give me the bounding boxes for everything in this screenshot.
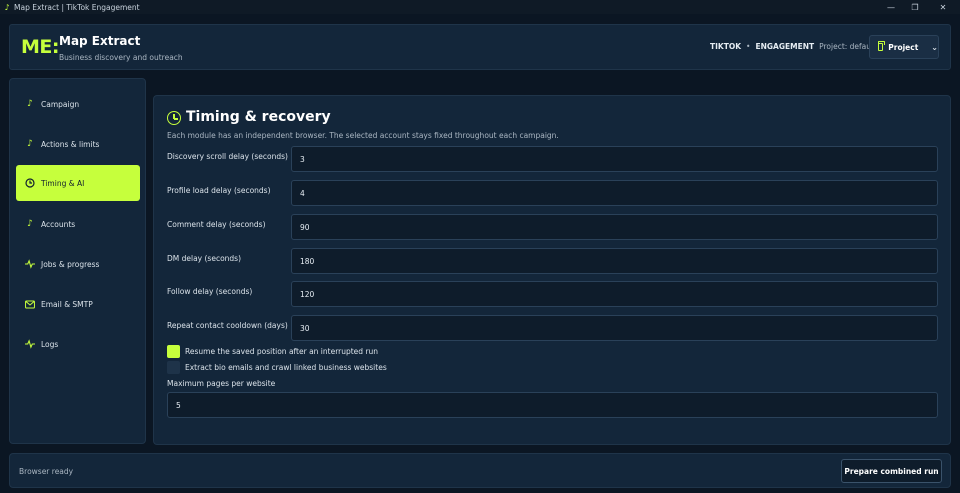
clock-icon: [25, 178, 35, 188]
max-pages-input[interactable]: 5: [167, 392, 938, 418]
minimize-icon: —: [887, 2, 895, 12]
field-label: Comment delay (seconds): [167, 220, 266, 229]
sidebar-item-label: Logs: [41, 339, 59, 349]
status-footer: Browser ready Prepare combined run: [9, 453, 951, 488]
extract-bio-emails-checkbox[interactable]: [167, 361, 180, 374]
resume-position-checkbox[interactable]: [167, 345, 180, 358]
tiktok-icon: ♪: [4, 2, 10, 12]
window-title: Map Extract | TikTok Engagement: [14, 2, 140, 12]
field-label: Profile load delay (seconds): [167, 186, 271, 195]
section-description: Each module has an independent browser. …: [167, 131, 559, 140]
sidebar-item-accounts[interactable]: ♪ Accounts: [16, 206, 140, 242]
clock-icon: [167, 111, 181, 125]
tiktok-icon: ♪: [27, 219, 33, 229]
discovery-scroll-delay-input[interactable]: 3: [291, 146, 938, 172]
dm-delay-input[interactable]: 180: [291, 248, 938, 274]
app-logo: ME:: [21, 36, 59, 58]
sidebar-item-campaign[interactable]: ♪ Campaign: [16, 86, 140, 122]
sidebar-item-logs[interactable]: Logs: [16, 326, 140, 362]
sidebar: ♪ Campaign ♪ Actions & limits Timing & A…: [9, 78, 146, 444]
folder-icon: [878, 41, 886, 51]
sidebar-item-label: Timing & AI: [41, 178, 85, 188]
breadcrumb-separator: •: [746, 42, 751, 51]
restore-button[interactable]: ❐: [900, 0, 930, 14]
project-button-label: Project: [888, 42, 919, 52]
project-button[interactable]: Project ⌄: [869, 35, 939, 59]
sidebar-item-label: Jobs & progress: [41, 259, 100, 269]
comment-delay-input[interactable]: 90: [291, 214, 938, 240]
sidebar-item-actions-limits[interactable]: ♪ Actions & limits: [16, 126, 140, 162]
field-label: DM delay (seconds): [167, 254, 242, 263]
section-title: Timing & recovery: [186, 109, 331, 125]
checkbox-label: Extract bio emails and crawl linked busi…: [185, 363, 387, 372]
sidebar-item-label: Actions & limits: [41, 139, 100, 149]
window-titlebar: ♪ Map Extract | TikTok Engagement — ❐ ✕: [0, 0, 960, 14]
profile-load-delay-input[interactable]: 4: [291, 180, 938, 206]
app-subtitle: Business discovery and outreach: [59, 53, 183, 62]
timing-panel: Timing & recovery Each module has an ind…: [153, 95, 951, 445]
mail-icon: [25, 299, 35, 309]
sidebar-item-email-smtp[interactable]: Email & SMTP: [16, 286, 140, 322]
chevron-down-icon: ⌄: [931, 42, 938, 52]
platform-label: TIKTOK: [710, 42, 742, 51]
close-icon: ✕: [939, 2, 947, 12]
context-breadcrumb: TIKTOK • ENGAGEMENT Project: default: [710, 42, 876, 51]
close-button[interactable]: ✕: [928, 0, 958, 14]
max-pages-label: Maximum pages per website: [167, 379, 276, 388]
sidebar-item-timing-ai[interactable]: Timing & AI: [16, 165, 140, 201]
field-label: Repeat contact cooldown (days): [167, 321, 288, 330]
sidebar-item-label: Accounts: [41, 219, 76, 229]
mode-label: ENGAGEMENT: [755, 42, 815, 51]
status-text: Browser ready: [19, 467, 74, 476]
restore-icon: ❐: [911, 2, 919, 12]
repeat-contact-cooldown-input[interactable]: 30: [291, 315, 938, 341]
app-title: Map Extract: [59, 34, 141, 48]
sidebar-item-label: Email & SMTP: [41, 299, 93, 309]
tiktok-icon: ♪: [27, 139, 33, 149]
pulse-icon: [25, 339, 35, 349]
checkbox-label: Resume the saved position after an inter…: [185, 347, 379, 356]
prepare-combined-run-button[interactable]: Prepare combined run: [841, 459, 942, 483]
project-context: Project: default: [819, 42, 877, 51]
tiktok-icon: ♪: [27, 99, 33, 109]
field-label: Follow delay (seconds): [167, 287, 253, 296]
field-label: Discovery scroll delay (seconds): [167, 152, 288, 161]
sidebar-item-label: Campaign: [41, 99, 80, 109]
pulse-icon: [25, 259, 35, 269]
follow-delay-input[interactable]: 120: [291, 281, 938, 307]
sidebar-item-jobs-progress[interactable]: Jobs & progress: [16, 246, 140, 282]
app-header: ME: Map Extract Business discovery and o…: [9, 24, 951, 70]
